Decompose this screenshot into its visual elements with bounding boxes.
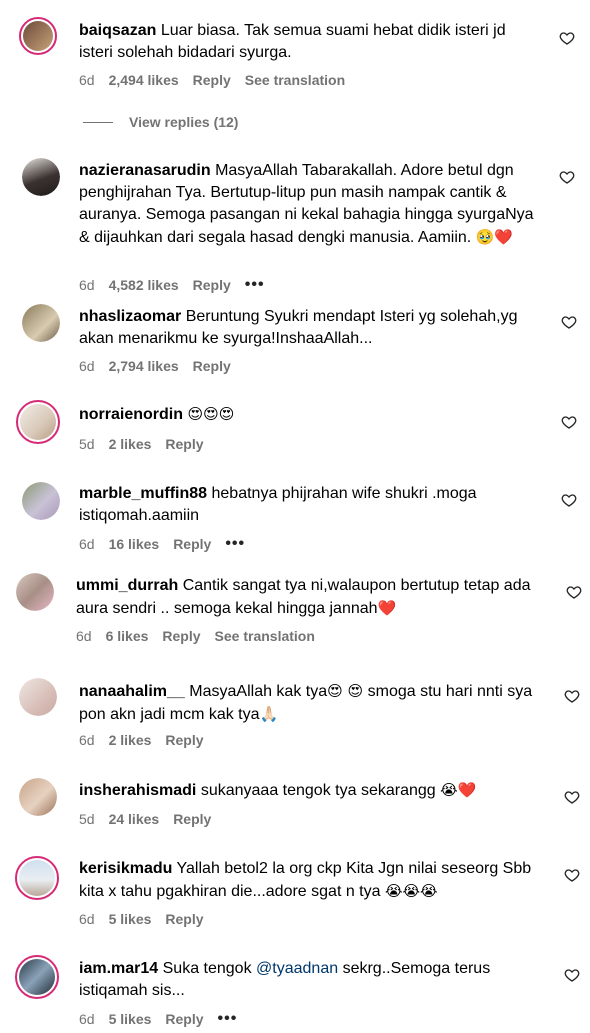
timestamp: 5d bbox=[79, 811, 95, 827]
username[interactable]: baiqsazan bbox=[79, 22, 156, 39]
comment-body: marble_muffin88 hebatnya phijrahan wife … bbox=[79, 483, 539, 527]
heart-icon[interactable] bbox=[564, 789, 580, 805]
username[interactable]: norraienordin bbox=[79, 406, 183, 423]
reply-button[interactable]: Reply bbox=[193, 72, 231, 88]
username[interactable]: kerisikmadu bbox=[79, 860, 172, 877]
avatar[interactable] bbox=[22, 304, 60, 342]
username[interactable]: ummi_durrah bbox=[76, 577, 178, 594]
timestamp: 6d bbox=[79, 732, 95, 748]
username[interactable]: iam.mar14 bbox=[79, 960, 158, 977]
emoji: ❤️ bbox=[377, 599, 397, 617]
reply-button[interactable]: Reply bbox=[165, 436, 203, 452]
comment-body: nhaslizaomar Beruntung Syukri mendapt Is… bbox=[79, 306, 539, 350]
avatar[interactable] bbox=[15, 856, 59, 900]
timestamp: 6d bbox=[79, 277, 95, 293]
comment-meta: 6d 16 likes Reply ••• bbox=[79, 536, 245, 553]
comment-text: MasyaAllah kak tya bbox=[189, 683, 328, 700]
emoji: 😍😍😍 bbox=[187, 405, 235, 423]
comment-body: baiqsazan Luar biasa. Tak semua suami he… bbox=[79, 20, 539, 64]
comment-text: sukanyaaa tengok tya sekarangg bbox=[200, 782, 436, 799]
emoji: 😍 😍 bbox=[327, 682, 364, 700]
username[interactable]: nazieranasarudin bbox=[79, 162, 211, 179]
timestamp: 6d bbox=[79, 536, 95, 552]
avatar[interactable] bbox=[22, 482, 60, 520]
comment-meta: 6d 2,794 likes Reply bbox=[79, 358, 231, 374]
like-count[interactable]: 4,582 likes bbox=[109, 277, 179, 293]
reply-button[interactable]: Reply bbox=[165, 911, 203, 927]
comment-body: iam.mar14 Suka tengok @tyaadnan sekrg..S… bbox=[79, 958, 539, 1002]
comment-meta: 6d 6 likes Reply See translation bbox=[76, 628, 315, 644]
reply-button[interactable]: Reply bbox=[162, 628, 200, 644]
view-replies-button[interactable]: View replies (12) bbox=[83, 114, 238, 130]
heart-icon[interactable] bbox=[561, 414, 577, 430]
avatar[interactable] bbox=[16, 573, 54, 611]
comment-meta: 6d 5 likes Reply ••• bbox=[79, 1011, 238, 1028]
heart-icon[interactable] bbox=[564, 867, 580, 883]
comment-body: nazieranasarudin MasyaAllah Tabarakallah… bbox=[79, 160, 539, 249]
timestamp: 6d bbox=[79, 72, 95, 88]
heart-icon[interactable] bbox=[559, 169, 575, 185]
emoji: 🥹❤️ bbox=[475, 228, 514, 246]
mention-link[interactable]: @tyaadnan bbox=[256, 960, 338, 977]
avatar[interactable] bbox=[22, 158, 60, 196]
see-translation-button[interactable]: See translation bbox=[215, 628, 315, 644]
comment-meta: 6d 2 likes Reply bbox=[79, 732, 204, 748]
reply-button[interactable]: Reply bbox=[173, 811, 211, 827]
comment-body: kerisikmadu Yallah betol2 la org ckp Kit… bbox=[79, 858, 539, 903]
comment-meta: 5d 24 likes Reply bbox=[79, 811, 211, 827]
reply-button[interactable]: Reply bbox=[165, 732, 203, 748]
heart-icon[interactable] bbox=[561, 314, 577, 330]
timestamp: 6d bbox=[76, 628, 92, 644]
like-count[interactable]: 2,794 likes bbox=[109, 358, 179, 374]
view-replies-label: View replies (12) bbox=[129, 114, 239, 130]
avatar[interactable] bbox=[19, 17, 57, 55]
reply-button[interactable]: Reply bbox=[173, 536, 211, 552]
timestamp: 6d bbox=[79, 1011, 95, 1027]
timestamp: 5d bbox=[79, 436, 95, 452]
reply-button[interactable]: Reply bbox=[193, 277, 231, 293]
comment-body: ummi_durrah Cantik sangat tya ni,walaupo… bbox=[76, 575, 536, 620]
username[interactable]: insherahismadi bbox=[79, 782, 196, 799]
like-count[interactable]: 24 likes bbox=[109, 811, 160, 827]
avatar[interactable] bbox=[15, 955, 59, 999]
more-options-button[interactable]: ••• bbox=[225, 536, 245, 552]
like-count[interactable]: 6 likes bbox=[106, 628, 149, 644]
like-count[interactable]: 5 likes bbox=[109, 1011, 152, 1027]
emoji: 😭😭😭 bbox=[384, 882, 438, 900]
comment-meta: 6d 5 likes Reply bbox=[79, 911, 204, 927]
username[interactable]: nanaahalim__ bbox=[79, 683, 185, 700]
comment-meta: 6d 2,494 likes Reply See translation bbox=[79, 72, 345, 88]
comment-body: nanaahalim__ MasyaAllah kak tya😍 😍 smoga… bbox=[79, 680, 539, 726]
more-options-button[interactable]: ••• bbox=[218, 1011, 238, 1027]
like-count[interactable]: 16 likes bbox=[109, 536, 160, 552]
avatar[interactable] bbox=[19, 778, 57, 816]
see-translation-button[interactable]: See translation bbox=[245, 72, 345, 88]
heart-icon[interactable] bbox=[566, 584, 582, 600]
like-count[interactable]: 2,494 likes bbox=[109, 72, 179, 88]
emoji: 😭❤️ bbox=[440, 781, 477, 799]
heart-icon[interactable] bbox=[564, 967, 580, 983]
more-options-button[interactable]: ••• bbox=[245, 277, 265, 293]
reply-button[interactable]: Reply bbox=[165, 1011, 203, 1027]
comment-body: norraienordin 😍😍😍 bbox=[79, 403, 539, 426]
comment-meta: 6d 4,582 likes Reply ••• bbox=[79, 277, 265, 294]
divider-line bbox=[83, 121, 113, 123]
comment-body: insherahismadi sukanyaaa tengok tya seka… bbox=[79, 779, 539, 802]
avatar[interactable] bbox=[16, 400, 60, 444]
comment-text: Suka tengok bbox=[162, 960, 252, 977]
emoji: 🙏🏻 bbox=[259, 705, 279, 723]
username[interactable]: marble_muffin88 bbox=[79, 485, 207, 502]
comment-meta: 5d 2 likes Reply bbox=[79, 436, 204, 452]
heart-icon[interactable] bbox=[561, 492, 577, 508]
timestamp: 6d bbox=[79, 911, 95, 927]
timestamp: 6d bbox=[79, 358, 95, 374]
like-count[interactable]: 5 likes bbox=[109, 911, 152, 927]
username[interactable]: nhaslizaomar bbox=[79, 308, 181, 325]
avatar[interactable] bbox=[19, 678, 57, 716]
like-count[interactable]: 2 likes bbox=[109, 732, 152, 748]
like-count[interactable]: 2 likes bbox=[109, 436, 152, 452]
heart-icon[interactable] bbox=[564, 688, 580, 704]
heart-icon[interactable] bbox=[559, 30, 575, 46]
reply-button[interactable]: Reply bbox=[193, 358, 231, 374]
